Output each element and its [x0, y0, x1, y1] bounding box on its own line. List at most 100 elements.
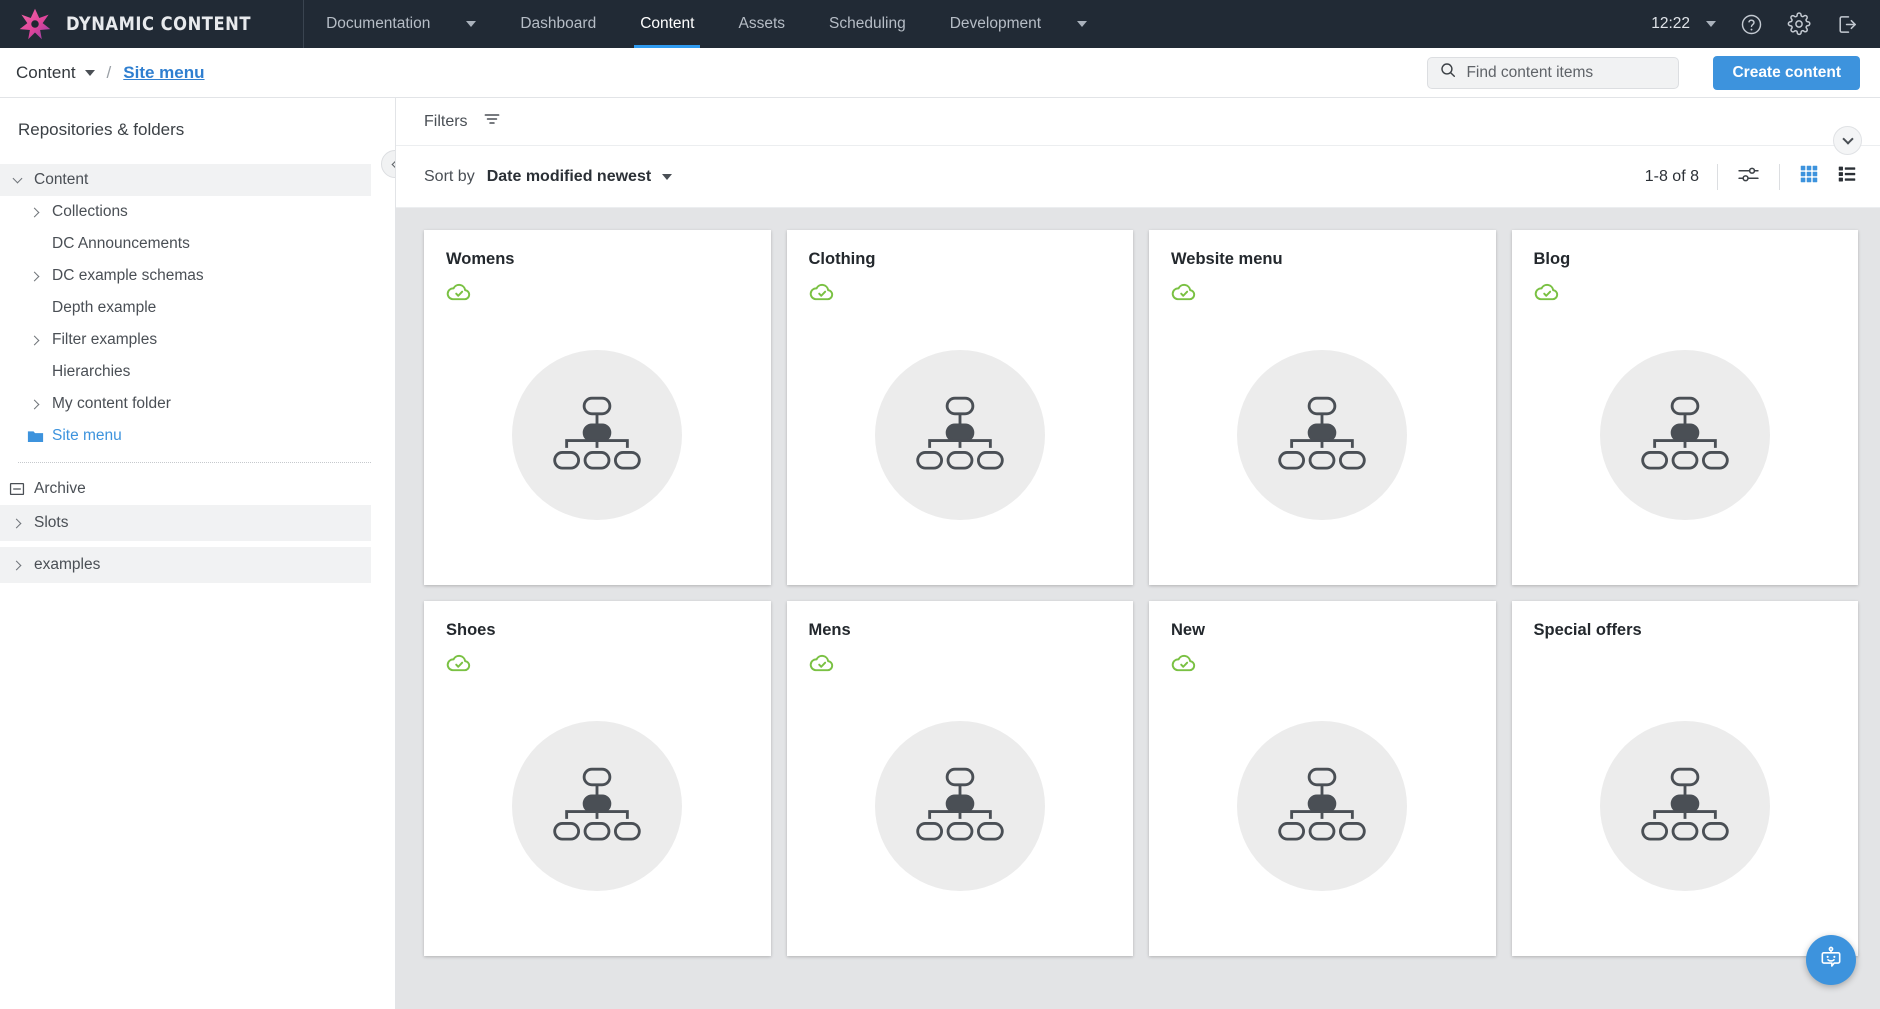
tree-item-archive[interactable]: Archive: [0, 473, 371, 505]
card-artwork: [1171, 675, 1474, 936]
card-artwork: [809, 675, 1112, 936]
hierarchy-icon: [512, 350, 682, 520]
chevron-down-icon: [85, 70, 95, 76]
cloud-check-icon: [1171, 282, 1474, 304]
filters-label: Filters: [424, 113, 468, 131]
sidebar-divider: [18, 462, 371, 463]
main-content-area: Filters Sort by Date modified newest 1-8…: [396, 98, 1880, 1009]
sort-by-value: Date modified newest: [487, 168, 651, 186]
brand-logo[interactable]: DYNAMIC CONTENT: [0, 0, 304, 48]
content-card[interactable]: Clothing: [787, 230, 1134, 585]
content-card[interactable]: Womens: [424, 230, 771, 585]
tree-item-label: Content: [34, 171, 88, 189]
nav-item-scheduling[interactable]: Scheduling: [807, 0, 928, 48]
expand-filters-panel-button[interactable]: [1833, 126, 1862, 155]
filter-icon[interactable]: [482, 109, 502, 134]
card-title: Womens: [446, 250, 749, 269]
repository-list: Archive Slots examples: [0, 473, 395, 583]
chevron-down-icon: [1077, 21, 1087, 27]
nav-item-label: Development: [950, 15, 1041, 33]
hierarchy-icon: [1600, 721, 1770, 891]
tree-item-depth-example[interactable]: Depth example: [0, 292, 371, 324]
content-card[interactable]: New: [1149, 601, 1496, 956]
tree-item-label: Site menu: [52, 427, 122, 445]
sliders-icon[interactable]: [1736, 162, 1761, 192]
content-card[interactable]: Blog: [1512, 230, 1859, 585]
top-navigation-bar: DYNAMIC CONTENT Documentation Dashboard …: [0, 0, 1880, 48]
tree-item-my-content-folder[interactable]: My content folder: [0, 388, 371, 420]
tree-item-examples[interactable]: examples: [0, 547, 371, 583]
card-artwork: [1534, 675, 1837, 936]
logout-icon[interactable]: [1834, 11, 1860, 37]
chevron-down-icon[interactable]: [0, 178, 34, 182]
chevron-right-icon[interactable]: [0, 562, 34, 569]
tree-item-label: DC Announcements: [52, 235, 190, 253]
content-grid-container: Womens: [396, 208, 1880, 1009]
chevron-right-icon[interactable]: [0, 520, 34, 527]
tree-item-dc-announcements[interactable]: DC Announcements: [0, 228, 371, 260]
list-view-icon[interactable]: [1836, 163, 1858, 190]
nav-item-development[interactable]: Development: [928, 0, 1109, 48]
content-card[interactable]: Website menu: [1149, 230, 1496, 585]
chevron-right-icon[interactable]: [18, 337, 52, 344]
nav-item-assets[interactable]: Assets: [716, 0, 807, 48]
chevron-right-icon[interactable]: [18, 401, 52, 408]
breadcrumb-current[interactable]: Site menu: [123, 63, 204, 83]
nav-item-dashboard[interactable]: Dashboard: [498, 0, 618, 48]
content-card[interactable]: Shoes: [424, 601, 771, 956]
nav-items: Documentation Dashboard Content Assets S…: [304, 0, 1109, 48]
chevron-right-icon[interactable]: [18, 209, 52, 216]
create-content-button[interactable]: Create content: [1713, 56, 1860, 90]
cloud-check-icon: [446, 653, 749, 675]
tree-item-label: Collections: [52, 203, 128, 221]
tree-item-label: Hierarchies: [52, 363, 130, 381]
nav-item-label: Content: [640, 15, 694, 33]
tree-item-site-menu[interactable]: Site menu: [0, 420, 371, 452]
clock-display: 12:22: [1651, 15, 1690, 33]
folder-tree: Content Collections DC Announcements DC …: [0, 164, 395, 452]
sort-by-dropdown[interactable]: Date modified newest: [487, 168, 672, 186]
tree-item-label: Archive: [34, 480, 86, 498]
breadcrumb-root[interactable]: Content: [16, 63, 95, 83]
card-artwork: [1171, 304, 1474, 565]
sidebar-title: Repositories & folders: [0, 120, 395, 164]
breadcrumb-bar: Content / Site menu Find content items C…: [0, 48, 1880, 98]
tree-item-slots[interactable]: Slots: [0, 505, 371, 541]
archive-box-icon: [0, 480, 34, 498]
tree-item-label: My content folder: [52, 395, 171, 413]
nav-item-documentation[interactable]: Documentation: [304, 0, 498, 48]
tree-item-content[interactable]: Content: [0, 164, 371, 196]
chatbot-icon: [1817, 944, 1845, 977]
cloud-check-icon: [809, 282, 1112, 304]
gear-icon[interactable]: [1786, 11, 1812, 37]
card-title: Clothing: [809, 250, 1112, 269]
tree-item-label: examples: [34, 556, 100, 574]
search-input[interactable]: Find content items: [1427, 57, 1679, 89]
pagination-count: 1-8 of 8: [1645, 168, 1699, 186]
tree-item-collections[interactable]: Collections: [0, 196, 371, 228]
card-artwork: [809, 304, 1112, 565]
card-status-empty: [1534, 653, 1837, 675]
grid-view-icon[interactable]: [1798, 163, 1820, 190]
help-circle-icon[interactable]: [1738, 11, 1764, 37]
nav-item-label: Scheduling: [829, 15, 906, 33]
cloud-check-icon: [446, 282, 749, 304]
tree-item-filter-examples[interactable]: Filter examples: [0, 324, 371, 356]
content-card[interactable]: Special offers: [1512, 601, 1859, 956]
content-card[interactable]: Mens: [787, 601, 1134, 956]
hierarchy-icon: [875, 350, 1045, 520]
repositories-sidebar: Repositories & folders Content Collectio…: [0, 98, 396, 1009]
tree-item-hierarchies[interactable]: Hierarchies: [0, 356, 371, 388]
nav-item-content[interactable]: Content: [618, 0, 716, 48]
content-card-grid: Womens: [424, 230, 1858, 956]
hierarchy-icon: [875, 721, 1045, 891]
chevron-right-icon[interactable]: [18, 273, 52, 280]
tree-item-dc-example-schemas[interactable]: DC example schemas: [0, 260, 371, 292]
chatbot-button[interactable]: [1806, 935, 1856, 985]
chevron-down-icon: [662, 174, 672, 180]
chevron-down-icon[interactable]: [1706, 21, 1716, 27]
search-placeholder: Find content items: [1466, 64, 1593, 82]
body-split: Repositories & folders Content Collectio…: [0, 98, 1880, 1009]
sort-and-view-bar: Sort by Date modified newest 1-8 of 8: [396, 146, 1880, 208]
tree-item-label: Slots: [34, 514, 68, 532]
